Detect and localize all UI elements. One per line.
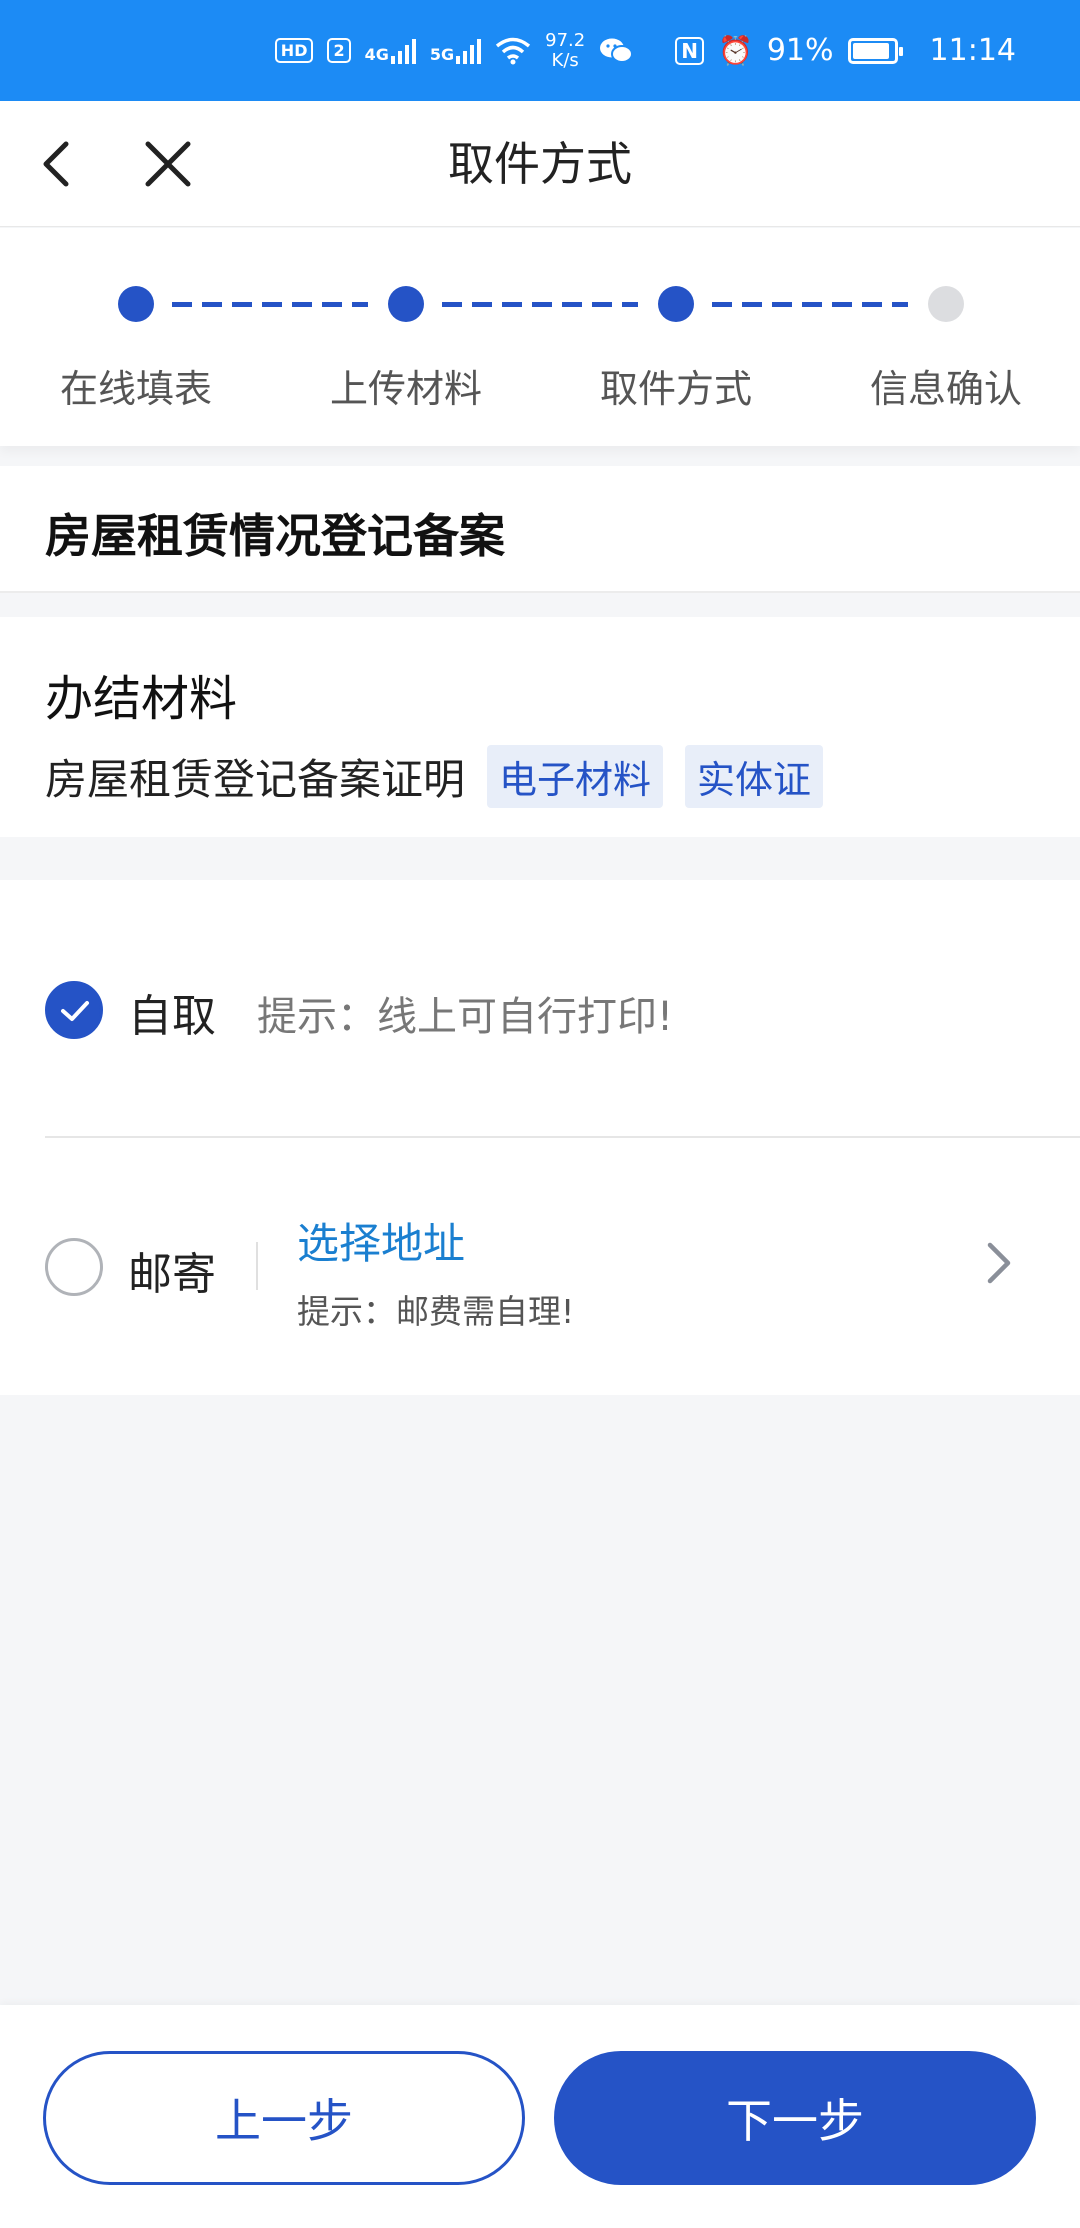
net-5g-label: 5G [429,44,455,64]
next-step-button[interactable]: 下一步 [554,2051,1036,2185]
check-icon [61,1001,89,1021]
materials-card: 办结材料 房屋租赁登记备案证明 电子材料 实体证 [0,617,1080,837]
clock-time: 11:14 [929,33,1016,68]
mail-label: 邮寄 [128,1249,216,1300]
option-divider [45,1136,1080,1138]
step-connector-1 [172,302,368,307]
battery-icon [847,37,903,64]
step-label-fill-form: 在线填表 [59,367,212,411]
service-title-card: 房屋租赁情况登记备案 [0,466,1080,593]
nfc-icon: N [675,36,704,65]
step-connector-2 [442,302,638,307]
mail-radio[interactable] [45,1238,103,1296]
step-label-upload: 上传材料 [329,367,482,411]
wifi-icon [496,37,531,64]
tag-electronic: 电子材料 [487,745,664,808]
materials-heading: 办结材料 [45,671,238,727]
self-pickup-radio[interactable] [45,981,103,1039]
status-bar: HD 2 4G 5G 97.2 K/s N ⏰ 91% 11:14 [0,0,1080,101]
signal-5g-icon: 5G [429,38,482,64]
self-pickup-hint: 提示：线上可自行打印! [257,994,674,1040]
alarm-icon: ⏰ [717,34,753,67]
material-name: 房屋租赁登记备案证明 [45,755,466,804]
signal-4g-icon: 4G [365,38,416,64]
prev-step-button[interactable]: 上一步 [43,2051,525,2185]
mail-hint: 提示：邮费需自理! [297,1292,575,1331]
net-4g-label: 4G [364,44,389,64]
page: HD 2 4G 5G 97.2 K/s N ⏰ 91% 11:14 取件方式 在… [0,0,1080,2228]
speed-unit: K/s [551,49,579,71]
self-pickup-label: 自取 [128,991,216,1042]
network-speed: 97.2 K/s [545,29,586,71]
hd-badge: HD [274,38,314,63]
step-connector-3 [712,302,908,307]
page-title: 取件方式 [448,137,632,191]
service-title: 房屋租赁情况登记备案 [45,509,505,563]
pickup-options-card: 自取 提示：线上可自行打印! 邮寄 选择地址 提示：邮费需自理! [0,880,1080,1395]
material-item: 房屋租赁登记备案证明 电子材料 实体证 [45,745,824,808]
chevron-right-icon[interactable] [980,1239,1016,1287]
speed-value: 97.2 [545,29,586,51]
step-label-pickup: 取件方式 [599,367,752,411]
sim-badge: 2 [327,38,351,63]
nav-bar: 取件方式 [0,101,1080,227]
battery-percent: 91% [766,33,834,68]
progress-stepper: 在线填表 上传材料 取件方式 信息确认 [0,228,1080,446]
step-dot-1 [118,286,154,322]
bottom-action-bar: 上一步 下一步 [0,2005,1080,2228]
mail-separator [256,1242,258,1290]
tag-physical: 实体证 [685,745,824,808]
select-address-link[interactable]: 选择地址 [297,1210,465,1271]
step-dot-2 [388,286,424,322]
step-dot-4 [928,286,964,322]
step-dot-3 [658,286,694,322]
wechat-icon [600,38,634,63]
step-label-confirm: 信息确认 [869,367,1022,411]
